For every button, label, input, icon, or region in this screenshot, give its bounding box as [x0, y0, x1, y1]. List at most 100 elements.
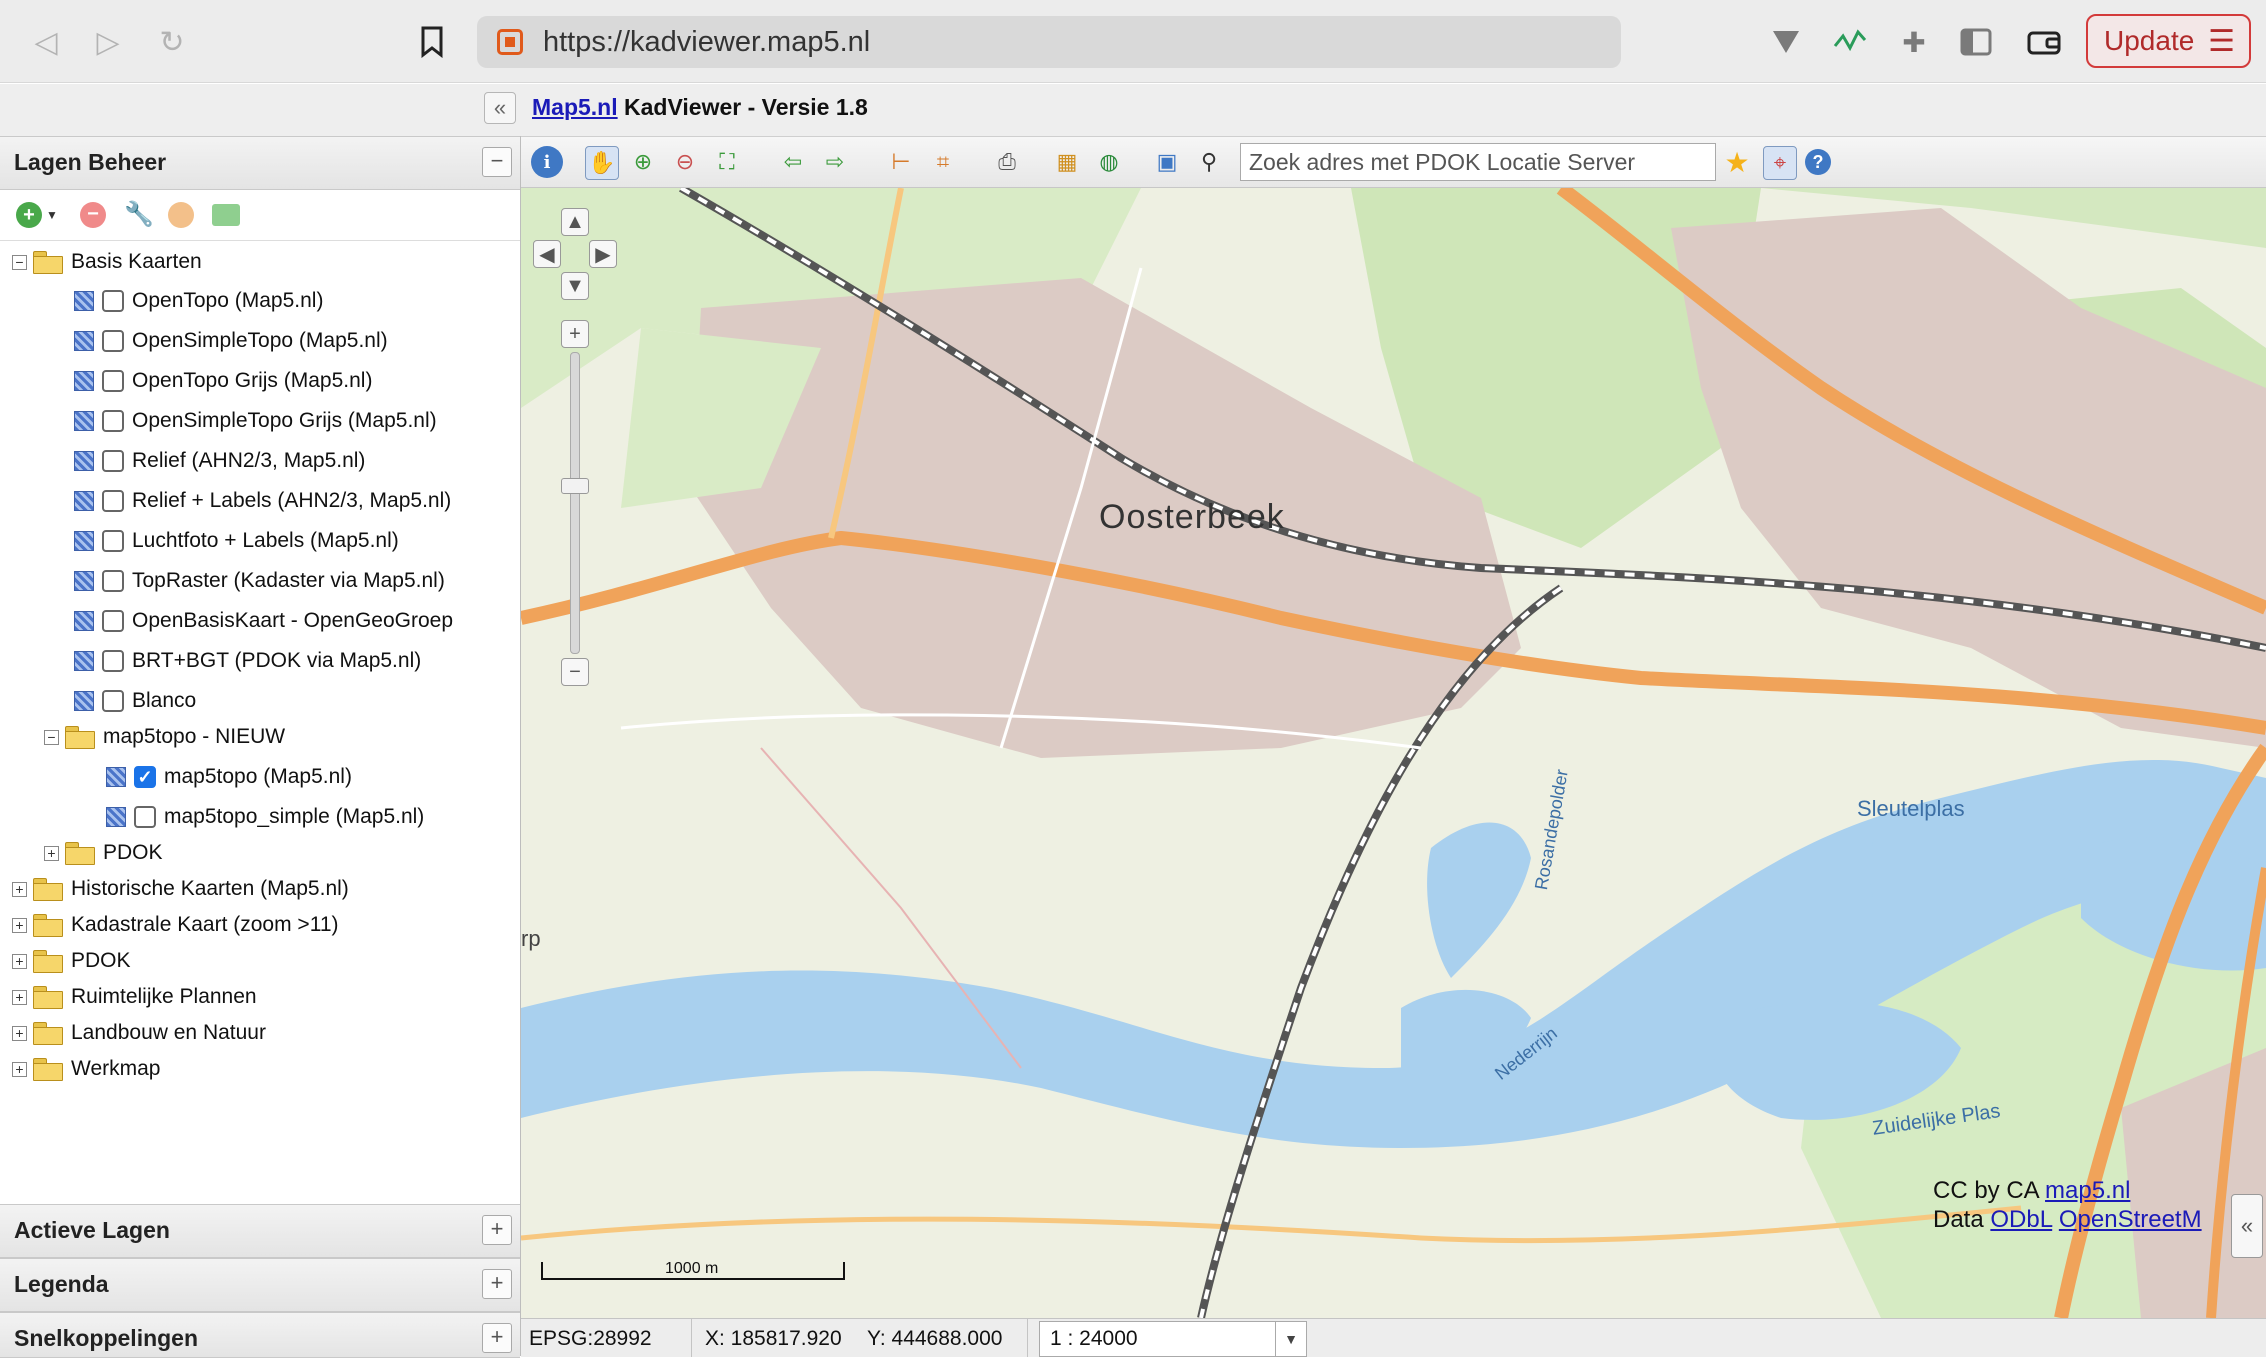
tree-folder-map5topo[interactable]: − map5topo - NIEUW: [44, 719, 285, 755]
pan-up-icon[interactable]: ▲: [561, 208, 589, 236]
legenda-header[interactable]: Legenda +: [0, 1258, 520, 1312]
pan-down-icon[interactable]: ▼: [561, 272, 589, 300]
tree-layer-row[interactable]: Blanco: [74, 683, 196, 719]
tree-layer-row[interactable]: Luchtfoto + Labels (Map5.nl): [74, 523, 399, 559]
layer-checkbox[interactable]: [102, 330, 124, 352]
layer-checkbox[interactable]: [102, 410, 124, 432]
chevron-down-icon[interactable]: ▼: [1275, 1322, 1306, 1356]
wallet-icon[interactable]: [2026, 24, 2062, 60]
layer-checkbox[interactable]: [102, 690, 124, 712]
pan-left-icon[interactable]: ◀: [533, 240, 561, 268]
print-icon[interactable]: ⎙: [991, 146, 1023, 178]
style-palette-icon[interactable]: [168, 202, 194, 228]
scale-select[interactable]: 1 : 24000 ▼: [1039, 1321, 1307, 1357]
tree-folder-basis-kaarten[interactable]: − Basis Kaarten: [12, 244, 202, 280]
layer-checkbox[interactable]: [102, 530, 124, 552]
reload-icon[interactable]: ↻: [152, 22, 192, 62]
snelkoppelingen-header[interactable]: Snelkoppelingen +: [0, 1312, 520, 1358]
measure-area-icon[interactable]: ⌗: [927, 146, 959, 178]
layer-checkbox[interactable]: [134, 806, 156, 828]
zoom-extent-icon[interactable]: ⛶: [711, 146, 743, 178]
tree-layer-row[interactable]: OpenSimpleTopo Grijs (Map5.nl): [74, 403, 437, 439]
layer-checkbox[interactable]: [102, 450, 124, 472]
tree-folder[interactable]: + Ruimtelijke Plannen: [12, 979, 257, 1015]
extension-check-icon[interactable]: [1832, 24, 1868, 60]
tree-layer-row[interactable]: ✓ map5topo (Map5.nl): [106, 759, 352, 795]
collapse-icon[interactable]: −: [12, 254, 27, 270]
expand-icon[interactable]: +: [12, 1061, 27, 1077]
expand-icon[interactable]: +: [482, 1269, 512, 1299]
map5-link[interactable]: Map5.nl: [532, 94, 618, 120]
expand-icon[interactable]: +: [44, 845, 59, 861]
zoom-in-button[interactable]: +: [561, 320, 589, 348]
zoom-out-button[interactable]: −: [561, 658, 589, 686]
expand-icon[interactable]: +: [12, 917, 27, 933]
tree-layer-row[interactable]: TopRaster (Kadaster via Map5.nl): [74, 563, 445, 599]
tree-folder-pdok-sub[interactable]: + PDOK: [44, 835, 163, 871]
pan-right-icon[interactable]: ▶: [589, 240, 617, 268]
binoculars-icon[interactable]: ⚲: [1193, 146, 1225, 178]
sidebar-toggle-icon[interactable]: [1958, 24, 1994, 60]
layer-checkbox[interactable]: [102, 610, 124, 632]
back-icon[interactable]: ◁: [26, 22, 66, 62]
tree-layer-row[interactable]: Relief (AHN2/3, Map5.nl): [74, 443, 365, 479]
tree-folder[interactable]: + Landbouw en Natuur: [12, 1015, 266, 1051]
help-icon[interactable]: ?: [1805, 149, 1831, 175]
attribution-osm-link[interactable]: OpenStreetM: [2059, 1206, 2202, 1233]
wrench-icon[interactable]: 🔧: [124, 202, 154, 228]
tree-folder[interactable]: + Historische Kaarten (Map5.nl): [12, 871, 349, 907]
bookmark-icon[interactable]: [412, 22, 452, 62]
attribution-map5-link[interactable]: map5.nl: [2045, 1177, 2130, 1204]
tree-folder[interactable]: + PDOK: [12, 943, 131, 979]
forward-icon[interactable]: ▷: [88, 22, 128, 62]
collapse-icon[interactable]: −: [44, 729, 59, 745]
collapse-icon[interactable]: −: [482, 147, 512, 177]
next-view-icon[interactable]: ⇨: [819, 146, 851, 178]
tree-folder[interactable]: + Werkmap: [12, 1051, 160, 1087]
zoom-slider-track[interactable]: [570, 352, 580, 654]
info-icon[interactable]: i: [531, 146, 563, 178]
remove-layer-icon[interactable]: −: [80, 202, 106, 228]
address-bar[interactable]: https://kadviewer.map5.nl: [477, 16, 1621, 68]
tree-layer-row[interactable]: BRT+BGT (PDOK via Map5.nl): [74, 643, 421, 679]
expand-right-panel-button[interactable]: «: [2231, 1194, 2263, 1258]
attribution-odbl-link[interactable]: ODbL: [1990, 1206, 2052, 1233]
expand-icon[interactable]: +: [482, 1215, 512, 1245]
expand-icon[interactable]: +: [12, 881, 27, 897]
url-text[interactable]: https://kadviewer.map5.nl: [543, 26, 870, 59]
expand-icon[interactable]: +: [12, 953, 27, 969]
location-marker-icon[interactable]: ⌖: [1763, 146, 1797, 180]
base-layer-icon[interactable]: [212, 204, 240, 226]
measure-line-icon[interactable]: ⊢: [885, 146, 917, 178]
layer-checkbox-checked[interactable]: ✓: [134, 766, 156, 788]
tree-layer-row[interactable]: OpenSimpleTopo (Map5.nl): [74, 323, 388, 359]
zoom-in-icon[interactable]: ⊕: [627, 146, 659, 178]
pan-hand-icon[interactable]: ✋: [585, 146, 619, 180]
collapse-panel-button[interactable]: «: [484, 92, 516, 124]
update-button[interactable]: Update ☰: [2086, 14, 2251, 68]
tree-folder[interactable]: + Kadastrale Kaart (zoom >11): [12, 907, 339, 943]
layer-checkbox[interactable]: [102, 570, 124, 592]
tree-layer-row[interactable]: OpenBasisKaart - OpenGeoGroep: [74, 603, 453, 639]
tree-layer-row[interactable]: map5topo_simple (Map5.nl): [106, 799, 424, 835]
layer-checkbox[interactable]: [102, 490, 124, 512]
actieve-lagen-header[interactable]: Actieve Lagen +: [0, 1204, 520, 1258]
expand-icon[interactable]: +: [12, 1025, 27, 1041]
vpn-shield-icon[interactable]: [1768, 24, 1804, 60]
globe-icon[interactable]: ◍: [1093, 146, 1125, 178]
favorite-star-icon[interactable]: ★: [1721, 146, 1753, 178]
layer-checkbox[interactable]: [102, 650, 124, 672]
expand-icon[interactable]: +: [12, 989, 27, 1005]
tree-layer-row[interactable]: OpenTopo Grijs (Map5.nl): [74, 363, 372, 399]
layer-checkbox[interactable]: [102, 370, 124, 392]
expand-icon[interactable]: +: [482, 1323, 512, 1353]
layer-checkbox[interactable]: [102, 290, 124, 312]
zoom-slider-handle[interactable]: [561, 478, 589, 494]
feature-info-icon[interactable]: ▦: [1051, 146, 1083, 178]
image-export-icon[interactable]: ▣: [1151, 146, 1183, 178]
dropdown-arrow-icon[interactable]: ▼: [46, 208, 58, 222]
tree-layer-row[interactable]: Relief + Labels (AHN2/3, Map5.nl): [74, 483, 451, 519]
map-canvas[interactable]: Oosterbeek Sleutelplas Rosandepolder Ned…: [521, 188, 2266, 1318]
address-search-input[interactable]: Zoek adres met PDOK Locatie Server: [1240, 143, 1716, 181]
tree-layer-row[interactable]: OpenTopo (Map5.nl): [74, 283, 323, 319]
